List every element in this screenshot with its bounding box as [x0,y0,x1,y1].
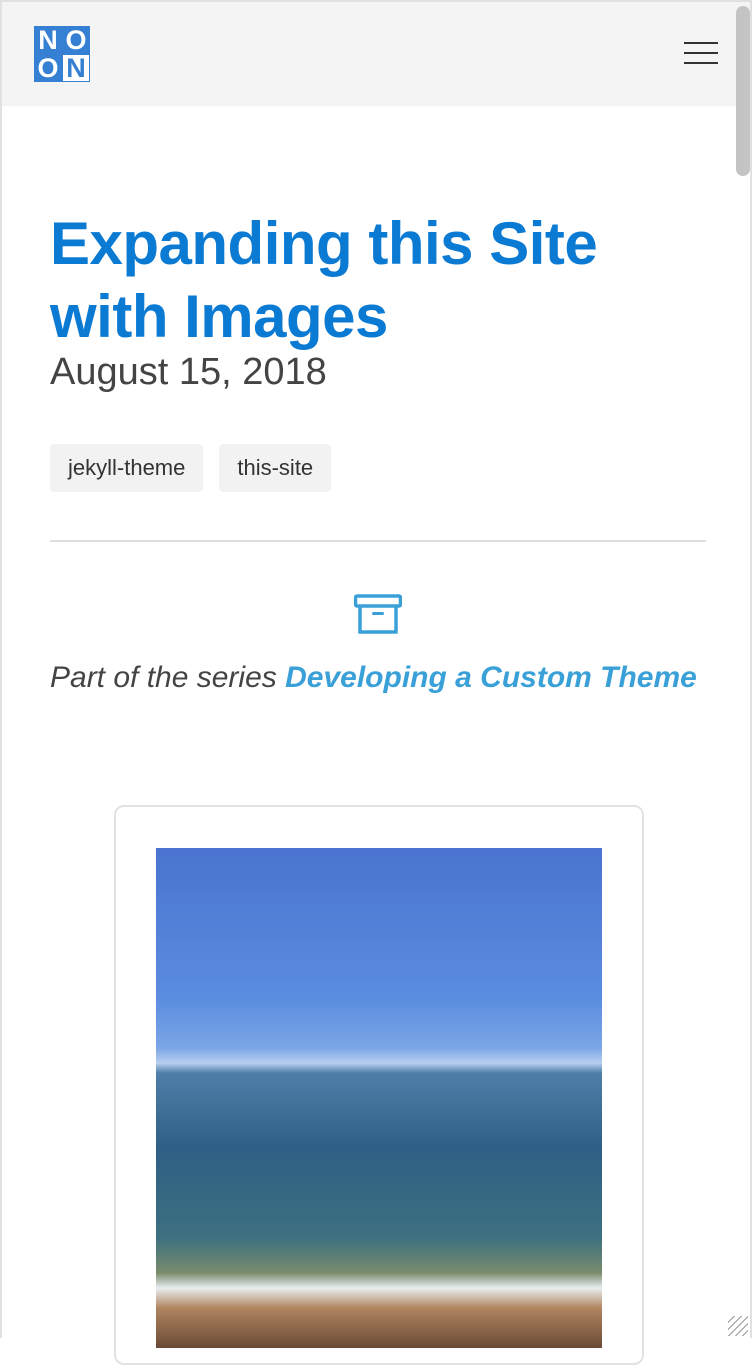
logo-letter: N [62,54,90,82]
resize-handle[interactable] [728,1316,748,1336]
series-note: Part of the series Developing a Custom T… [50,654,706,702]
image-figure [114,805,644,1365]
tag-list: jekyll-theme this-site [50,444,706,492]
post-title: Expanding this Site with Images [50,210,598,350]
hamburger-icon[interactable] [684,42,718,68]
post-content: Expanding this Site with Images August 1… [50,207,706,702]
lake-photo [156,848,602,1348]
series-prefix: Part of the series [50,661,286,694]
divider [50,540,706,542]
archive-icon [354,594,402,634]
logo-letter: O [62,26,90,54]
scrollbar[interactable] [736,6,750,176]
site-header: N O O N [2,2,750,106]
logo-letter: N [34,26,62,54]
logo-letter: O [34,54,62,82]
series-link[interactable]: Developing a Custom Theme [285,661,697,694]
tag-this-site[interactable]: this-site [219,444,332,492]
post-date: August 15, 2018 [50,351,327,393]
site-logo[interactable]: N O O N [34,26,90,82]
tag-jekyll-theme[interactable]: jekyll-theme [50,444,204,492]
